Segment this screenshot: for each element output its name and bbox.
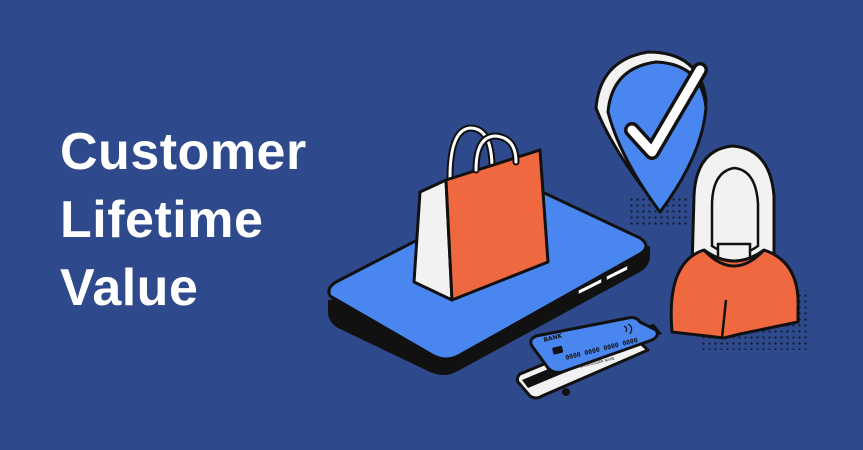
illustration: BANK 0000 0000 0000 0000 CARDHOLDER NAME [327,50,810,400]
check-shield-icon [594,50,708,228]
person-icon [669,144,810,350]
credit-card-icon: BANK 0000 0000 0000 0000 CARDHOLDER NAME [515,316,662,400]
